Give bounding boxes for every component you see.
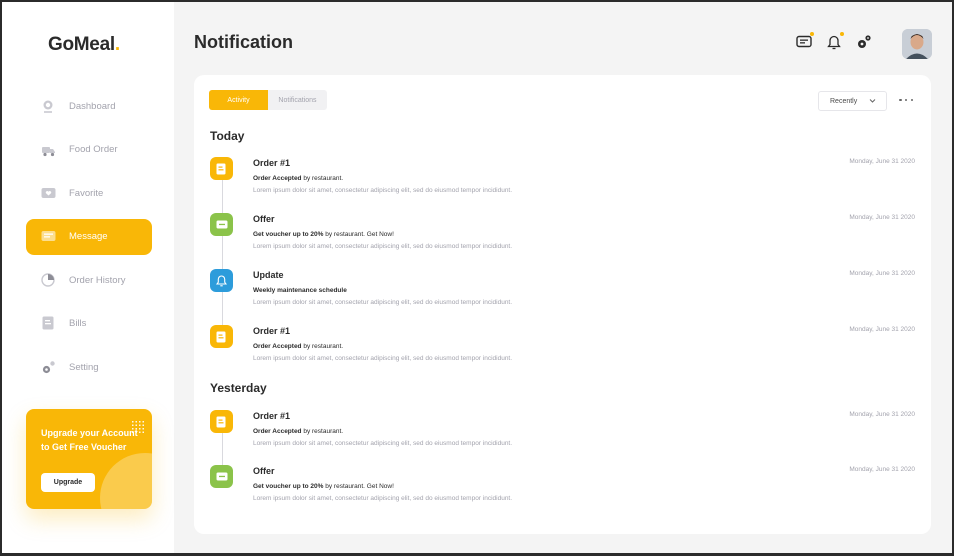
header-icons [796,32,886,50]
notification-date: Monday, June 31 2020 [849,326,915,333]
notification-description: Lorem ipsum dolor sit amet, consectetur … [253,440,513,447]
notification-title: Order #1 [253,326,291,336]
sidebar-item-bills[interactable]: Bills [26,306,152,342]
sidebar-item-label: Favorite [69,187,104,199]
sidebar-item-setting[interactable]: Setting [26,349,152,385]
app-logo[interactable]: GoMeal. [48,34,120,56]
sidebar-item-label: Bills [69,318,87,329]
upgrade-button[interactable]: Upgrade [41,473,95,492]
order-icon[interactable] [210,410,233,433]
dashboard-icon [40,98,56,114]
upgrade-card: Upgrade your Account to Get Free Voucher… [26,409,152,509]
notification-subtitle: Order Accepted by restaurant. [253,175,344,182]
chevron-down-icon [869,97,876,106]
notification-title: Offer [253,214,275,224]
sidebar-item-food-order[interactable]: Food Order [26,132,152,168]
sidebar-item-dashboard[interactable]: Dashboard [26,88,152,124]
favorite-icon [40,185,56,201]
notification-date: Monday, June 31 2020 [849,270,915,277]
bills-icon [40,316,56,332]
sidebar-item-order-history[interactable]: Order History [26,262,152,298]
order-history-icon [40,272,56,288]
notification-title: Order #1 [253,158,291,168]
notification-description: Lorem ipsum dolor sit amet, consectetur … [253,187,513,194]
food-order-icon [40,142,56,158]
sidebar: GoMeal. Dashboard Food Order Favorite Me… [2,2,174,553]
notification-item: Offer Get voucher up to 20% by restauran… [210,465,915,513]
notification-item: Update Weekly maintenance schedule Lorem… [210,269,915,317]
more-options-icon[interactable] [899,95,913,105]
notification-subtitle: Get voucher up to 20% by restaurant. Get… [253,231,394,238]
sidebar-item-label: Order History [69,274,126,286]
notifications-card: Activity Notifications Recently Today Or… [194,75,931,534]
sidebar-item-label: Message [69,231,108,242]
settings-icon[interactable] [856,34,872,50]
avatar[interactable] [902,29,932,59]
section-title-today: Today [210,129,245,143]
sidebar-item-label: Food Order [69,144,118,155]
message-icon[interactable] [796,32,814,50]
tab-notifications[interactable]: Notifications [268,90,327,110]
sidebar-nav: Dashboard Food Order Favorite Message Or… [26,88,152,393]
offer-icon[interactable] [210,465,233,488]
notification-subtitle: Order Accepted by restaurant. [253,343,344,350]
notification-item: Order #1 Order Accepted by restaurant. L… [210,410,915,458]
tab-activity[interactable]: Activity [209,90,268,110]
sidebar-item-label: Setting [69,361,99,373]
upgrade-text: Upgrade your Account to Get Free Voucher [41,428,138,452]
notification-description: Lorem ipsum dolor sit amet, consectetur … [253,495,513,502]
sort-dropdown[interactable]: Recently [818,91,887,111]
notification-title: Order #1 [253,411,291,421]
tab-bar: Activity Notifications [209,90,327,110]
sidebar-item-favorite[interactable]: Favorite [26,175,152,211]
notification-subtitle: Order Accepted by restaurant. [253,428,344,435]
notification-title: Offer [253,466,275,476]
order-icon[interactable] [210,157,233,180]
bell-icon[interactable] [826,32,844,50]
section-title-yesterday: Yesterday [210,381,267,395]
notification-description: Lorem ipsum dolor sit amet, consectetur … [253,243,513,250]
notification-date: Monday, June 31 2020 [849,466,915,473]
notification-item: Order #1 Order Accepted by restaurant. L… [210,157,915,205]
setting-icon [40,359,56,375]
sidebar-item-label: Dashboard [69,100,116,112]
app-window: GoMeal. Dashboard Food Order Favorite Me… [2,2,952,553]
notification-date: Monday, June 31 2020 [849,214,915,221]
message-icon [40,229,56,245]
decorative-circle [100,453,152,509]
page-title: Notification [194,32,293,52]
notification-dot [810,32,814,36]
notification-date: Monday, June 31 2020 [849,158,915,165]
notification-date: Monday, June 31 2020 [849,411,915,418]
notification-description: Lorem ipsum dolor sit amet, consectetur … [253,299,513,306]
offer-icon[interactable] [210,213,233,236]
bell-icon[interactable] [210,269,233,292]
notification-description: Lorem ipsum dolor sit amet, consectetur … [253,355,513,362]
notification-dot [840,32,844,36]
notification-item: Order #1 Order Accepted by restaurant. L… [210,325,915,373]
notification-item: Offer Get voucher up to 20% by restauran… [210,213,915,261]
sort-dropdown-label: Recently [830,97,858,105]
notification-subtitle: Get voucher up to 20% by restaurant. Get… [253,483,394,490]
notification-title: Update [253,270,284,280]
sidebar-item-message[interactable]: Message [26,218,152,255]
notification-subtitle: Weekly maintenance schedule [253,287,347,294]
order-icon[interactable] [210,325,233,348]
